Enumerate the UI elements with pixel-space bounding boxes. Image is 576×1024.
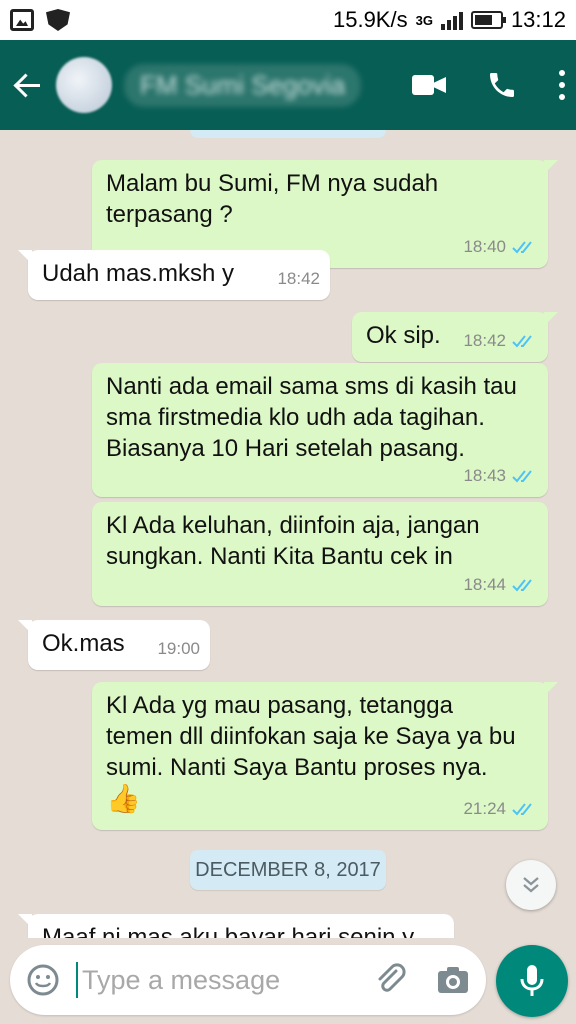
contact-avatar[interactable] bbox=[56, 57, 112, 113]
read-ticks-icon bbox=[512, 240, 532, 253]
scroll-to-bottom-button[interactable] bbox=[506, 860, 556, 910]
message-text: Maaf ni mas aku bayar hari senin y bbox=[42, 924, 415, 938]
message-time: 18:42 bbox=[277, 269, 320, 288]
clock: 13:12 bbox=[510, 7, 566, 32]
message-bubble-incoming[interactable]: Udah mas.mksh y 18:42 bbox=[28, 250, 330, 300]
status-bar: 15.9K/s 3G 13:12 bbox=[0, 0, 576, 40]
emoji-icon[interactable] bbox=[26, 963, 60, 997]
text-cursor bbox=[76, 962, 78, 998]
message-input[interactable] bbox=[82, 964, 352, 996]
message-bubble-incoming[interactable]: Ok.mas 19:00 bbox=[28, 620, 210, 670]
date-divider-partial bbox=[190, 130, 386, 138]
thumbs-up-emoji: 👍 bbox=[106, 783, 141, 814]
voice-message-button[interactable] bbox=[496, 945, 568, 1017]
message-time: 19:00 bbox=[157, 639, 200, 658]
attach-icon[interactable] bbox=[374, 963, 408, 997]
date-divider: DECEMBER 8, 2017 bbox=[190, 850, 386, 890]
read-ticks-icon bbox=[512, 334, 532, 347]
message-text: Kl Ada yg mau pasang, tetangga temen dll… bbox=[106, 692, 516, 781]
battery-icon bbox=[470, 11, 506, 29]
message-time: 18:43 bbox=[463, 466, 506, 485]
contact-name[interactable]: FM Sumi Segovia bbox=[124, 63, 362, 107]
message-time: 18:44 bbox=[463, 575, 506, 594]
read-ticks-icon bbox=[512, 802, 532, 815]
message-bubble-outgoing[interactable]: Nanti ada email sama sms di kasih tau sm… bbox=[92, 363, 548, 497]
message-bubble-outgoing[interactable]: Kl Ada keluhan, diinfoin aja, jangan sun… bbox=[92, 502, 548, 606]
chat-header: FM Sumi Segovia bbox=[0, 40, 576, 130]
message-time: 18:40 bbox=[463, 237, 506, 256]
message-text: Nanti ada email sama sms di kasih tau sm… bbox=[106, 373, 517, 462]
message-time: 18:42 bbox=[463, 331, 506, 350]
back-arrow-icon[interactable] bbox=[10, 67, 46, 103]
message-time: 21:24 bbox=[463, 799, 506, 818]
read-ticks-icon bbox=[512, 469, 532, 482]
read-ticks-icon bbox=[512, 578, 532, 591]
overflow-menu-icon[interactable] bbox=[558, 70, 566, 100]
video-call-icon[interactable] bbox=[412, 74, 446, 96]
camera-icon[interactable] bbox=[436, 965, 470, 995]
network-type: 3G bbox=[415, 12, 433, 28]
shield-notification-icon bbox=[46, 9, 70, 31]
double-chevron-down-icon bbox=[523, 877, 539, 893]
network-speed: 15.9K/s bbox=[332, 7, 408, 32]
microphone-icon bbox=[520, 965, 544, 996]
message-bubble-incoming[interactable]: Maaf ni mas aku bayar hari senin y bbox=[28, 914, 454, 938]
chat-area[interactable]: Malam bu Sumi, FM nya sudah terpasang ? … bbox=[0, 130, 576, 938]
gallery-notification-icon bbox=[10, 9, 34, 31]
phone-call-icon[interactable] bbox=[486, 69, 518, 101]
message-bubble-outgoing[interactable]: Kl Ada yg mau pasang, tetangga temen dll… bbox=[92, 682, 548, 830]
message-composer bbox=[10, 945, 486, 1015]
message-text: Malam bu Sumi, FM nya sudah terpasang ? bbox=[106, 170, 439, 228]
message-bubble-outgoing[interactable]: Ok sip. 18:42 bbox=[352, 312, 548, 362]
message-text: Kl Ada keluhan, diinfoin aja, jangan sun… bbox=[106, 512, 480, 570]
signal-icon bbox=[440, 10, 463, 30]
